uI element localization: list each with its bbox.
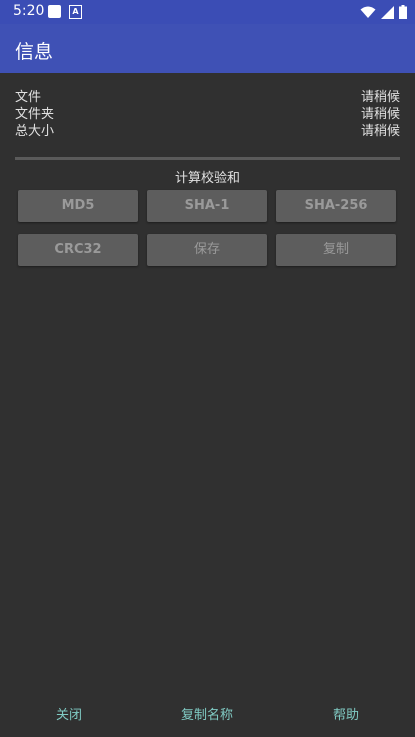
info-row-total-size: 总大小 请稍候 [15, 123, 400, 140]
info-row-folders: 文件夹 请稍候 [15, 106, 400, 123]
notification-a-icon: A [69, 5, 82, 19]
md5-button[interactable]: MD5 [18, 190, 138, 222]
info-label: 总大小 [15, 124, 55, 139]
status-icons [360, 4, 407, 20]
info-label: 文件夹 [15, 107, 55, 122]
wifi-icon [360, 6, 376, 18]
info-row-files: 文件 请稍候 [15, 89, 400, 106]
help-button[interactable]: 帮助 [333, 704, 359, 723]
signal-icon [381, 5, 394, 19]
notification-app-icon [48, 5, 61, 18]
info-list: 文件 请稍候 文件夹 请稍候 总大小 请稍候 [15, 89, 400, 140]
crc32-button[interactable]: CRC32 [18, 234, 138, 266]
close-button[interactable]: 关闭 [56, 704, 82, 723]
app-bar: 信息 [0, 24, 415, 73]
info-value: 请稍候 [360, 124, 400, 139]
dialog-actions: 关闭 复制名称 帮助 [0, 700, 415, 726]
copy-name-button[interactable]: 复制名称 [181, 704, 233, 723]
page-title: 信息 [15, 41, 54, 63]
copy-button[interactable]: 复制 [276, 234, 396, 266]
battery-icon [399, 5, 407, 19]
save-button[interactable]: 保存 [147, 234, 267, 266]
info-label: 文件 [15, 90, 42, 105]
sha1-button[interactable]: SHA-1 [147, 190, 267, 222]
info-value: 请稍候 [360, 107, 400, 122]
status-time: 5:20 [13, 3, 45, 19]
status-bar: 5:20 A [0, 0, 415, 24]
checksum-title: 计算校验和 [174, 171, 240, 186]
info-value: 请稍候 [360, 90, 400, 105]
sha256-button[interactable]: SHA-256 [276, 190, 396, 222]
divider [15, 157, 400, 160]
